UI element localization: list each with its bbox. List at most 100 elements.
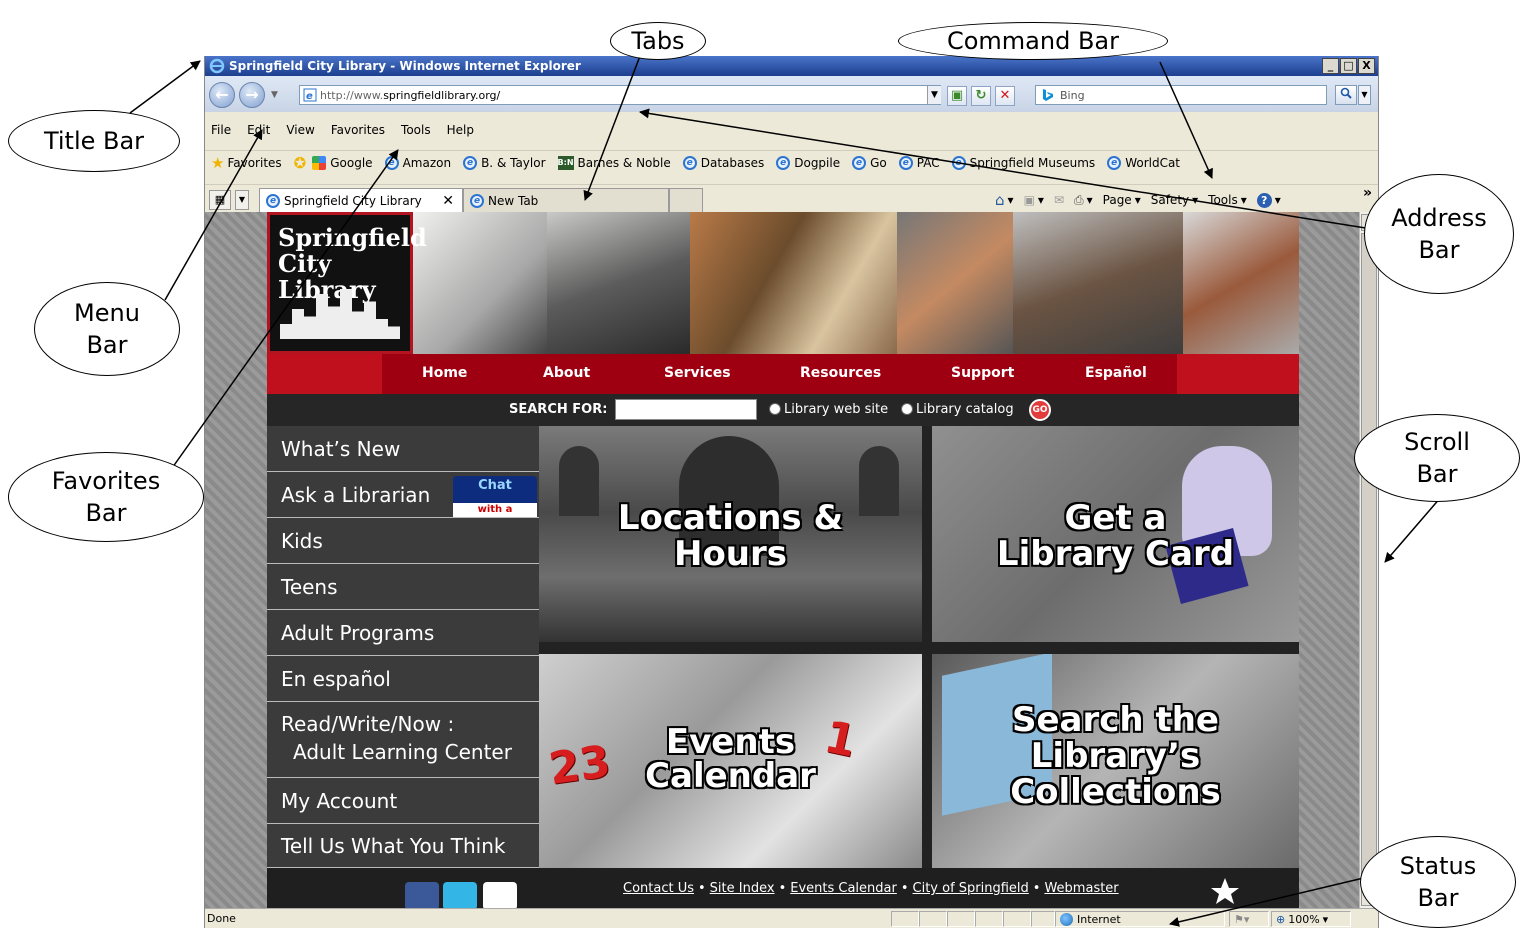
security-zone[interactable]: Internet: [1055, 911, 1225, 927]
card-title-1: Get a: [1064, 498, 1167, 538]
chevron-more-icon[interactable]: »: [1363, 185, 1372, 201]
side-ask-a-librarian[interactable]: Ask a Librarian Chat with a librarian: [267, 472, 539, 529]
footer-webmaster[interactable]: Webmaster: [1044, 881, 1118, 896]
side-item-label: My Account: [281, 788, 398, 813]
go-button[interactable]: GO: [1029, 399, 1051, 421]
menu-view[interactable]: View: [286, 123, 314, 137]
fav-pac[interactable]: e PAC: [898, 155, 940, 170]
tab-list-dropdown-icon[interactable]: ▼: [235, 190, 249, 210]
chat-with-librarian-button[interactable]: Chat with a librarian: [453, 476, 537, 529]
footer-city-of-springfield[interactable]: City of Springfield: [913, 881, 1029, 896]
facebook-icon[interactable]: [405, 882, 439, 908]
tools-menu[interactable]: Tools ▾: [1208, 193, 1247, 207]
fav-label: B. & Taylor: [481, 155, 546, 170]
side-adult-programs[interactable]: Adult Programs: [267, 610, 539, 656]
minimize-button[interactable]: _: [1322, 58, 1339, 74]
tab-close-icon[interactable]: ✕: [442, 193, 454, 209]
city-seal-icon: [1205, 876, 1245, 908]
menu-favorites[interactable]: Favorites: [331, 123, 385, 137]
footer-events-calendar[interactable]: Events Calendar: [790, 881, 897, 896]
side-read-write-now[interactable]: Read/Write/Now : Adult Learning Center: [267, 702, 539, 778]
side-whats-new[interactable]: What’s New: [267, 426, 539, 472]
callout-label: Address: [1391, 204, 1487, 232]
library-logo[interactable]: Springfield City Library: [267, 212, 427, 354]
side-kids[interactable]: Kids: [267, 518, 539, 564]
scroll-thumb[interactable]: [1361, 233, 1377, 883]
stop-icon[interactable]: ✕: [995, 86, 1015, 106]
fav-barnes-noble[interactable]: B:N Barnes & Noble: [557, 155, 671, 170]
nav-about[interactable]: About: [543, 365, 590, 381]
safety-menu[interactable]: Safety ▾: [1151, 193, 1198, 207]
favorites-button[interactable]: ★ Favorites: [211, 154, 282, 172]
forward-icon[interactable]: →: [239, 82, 265, 108]
fav-go[interactable]: e Go: [852, 155, 887, 170]
search-collections-tile[interactable]: Search the Library’s Collections: [932, 654, 1299, 868]
maximize-button[interactable]: □: [1340, 58, 1357, 74]
menu-tools[interactable]: Tools: [401, 123, 431, 137]
get-library-card-tile[interactable]: Get a Library Card: [932, 426, 1299, 642]
fav-label: PAC: [916, 155, 940, 170]
callout-scroll-bar: Scroll Bar: [1354, 414, 1520, 502]
menu-edit[interactable]: Edit: [247, 123, 270, 137]
svg-text:e: e: [306, 91, 313, 102]
page-menu[interactable]: Page ▾: [1103, 193, 1141, 207]
nav-support[interactable]: Support: [951, 365, 1014, 381]
fav-b-taylor[interactable]: e B. & Taylor: [463, 155, 546, 170]
add-to-favorites-button[interactable]: ✪: [294, 154, 307, 172]
page-icon: e: [303, 88, 317, 102]
read-mail-button[interactable]: ✉: [1054, 193, 1064, 207]
footer-site-index[interactable]: Site Index: [710, 881, 775, 896]
fav-google[interactable]: Google: [312, 155, 373, 170]
site-header: Springfield City Library: [267, 212, 1299, 354]
quick-tabs-icon[interactable]: ▦: [209, 190, 231, 210]
address-bar[interactable]: e http://www. springfieldlibrary.org/: [299, 85, 941, 105]
nav-services[interactable]: Services: [664, 365, 731, 381]
callout-label: Favorites: [51, 467, 161, 495]
protected-mode-button[interactable]: ⚑▾: [1229, 911, 1269, 927]
radio-library-catalog[interactable]: [901, 403, 913, 415]
side-my-account[interactable]: My Account: [267, 778, 539, 824]
twitter-icon[interactable]: [443, 882, 477, 908]
refresh-icon[interactable]: ↻: [971, 86, 991, 106]
address-dropdown-icon[interactable]: ▼: [927, 86, 941, 104]
radio-library-web-site[interactable]: [769, 403, 781, 415]
print-button[interactable]: ⎙ ▾: [1074, 193, 1093, 208]
fav-dogpile[interactable]: e Dogpile: [776, 155, 840, 170]
nav-resources[interactable]: Resources: [800, 365, 881, 381]
fav-springfield-museums[interactable]: e Springfield Museums: [951, 155, 1095, 170]
nav-home[interactable]: Home: [422, 365, 467, 381]
fav-worldcat[interactable]: e WorldCat: [1107, 155, 1180, 170]
search-options-dropdown-icon[interactable]: ▼: [1358, 85, 1371, 105]
tab-new-tab[interactable]: e New Tab: [463, 188, 669, 213]
side-en-espanol[interactable]: En español: [267, 656, 539, 702]
vertical-scrollbar[interactable]: ▲ ▼: [1359, 212, 1378, 908]
close-button[interactable]: X: [1358, 58, 1375, 74]
site-search-input[interactable]: [615, 399, 757, 420]
help-button[interactable]: ? ▾: [1256, 192, 1281, 208]
new-tab-button[interactable]: [669, 188, 703, 213]
menu-file[interactable]: File: [211, 123, 231, 137]
zoom-control[interactable]: ⊕ 100% ▾: [1271, 911, 1351, 927]
events-calendar-tile[interactable]: 23 1 Events Calendar: [539, 654, 922, 868]
compatibility-view-icon[interactable]: ▣: [947, 86, 967, 106]
fav-amazon[interactable]: e Amazon: [384, 155, 451, 170]
fav-label: Barnes & Noble: [577, 155, 671, 170]
footer-contact-us[interactable]: Contact Us: [623, 881, 694, 896]
page-menu-label: Page: [1102, 193, 1132, 207]
side-teens[interactable]: Teens: [267, 564, 539, 610]
search-button[interactable]: [1335, 85, 1357, 105]
menu-help[interactable]: Help: [447, 123, 474, 137]
fav-databases[interactable]: e Databases: [682, 155, 764, 170]
side-tell-us[interactable]: Tell Us What You Think: [267, 824, 539, 868]
locations-hours-tile[interactable]: Locations & Hours: [539, 426, 922, 642]
title-bar: Springfield City Library - Windows Inter…: [205, 56, 1378, 76]
home-button[interactable]: ⌂ ▾: [995, 191, 1014, 209]
search-input[interactable]: Bing: [1035, 85, 1327, 105]
back-icon[interactable]: ←: [209, 82, 235, 108]
tab-springfield-library[interactable]: e Springfield City Library ✕: [259, 188, 463, 213]
nav-espanol[interactable]: Español: [1085, 365, 1147, 381]
history-dropdown-icon[interactable]: ▼: [271, 90, 278, 100]
feeds-button[interactable]: ▣ ▾: [1024, 193, 1044, 207]
footer-separator: •: [698, 881, 706, 896]
flickr-icon[interactable]: [483, 882, 517, 908]
